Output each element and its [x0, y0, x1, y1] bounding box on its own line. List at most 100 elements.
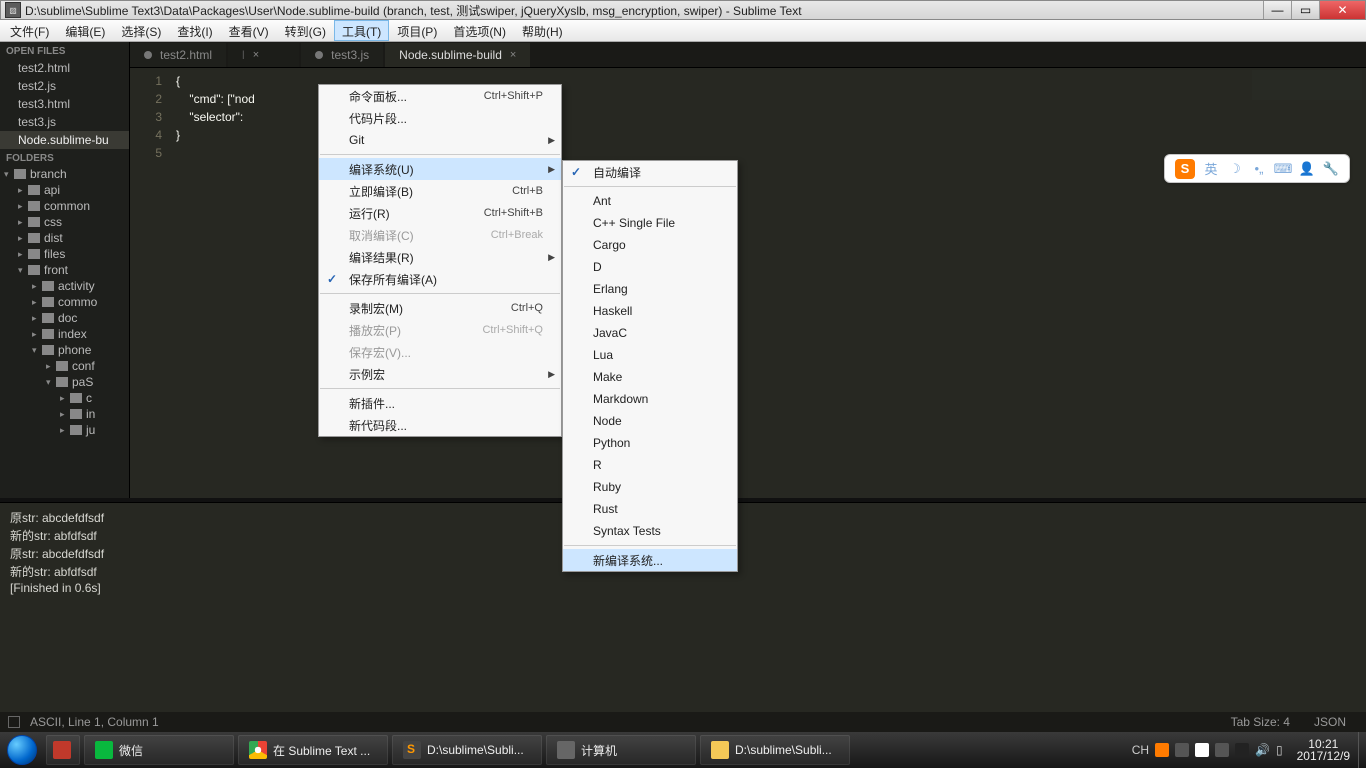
build-system-submenu[interactable]: ✓自动编译AntC++ Single FileCargoDErlangHaske…: [562, 160, 738, 572]
open-file-item[interactable]: test2.js: [0, 77, 129, 95]
menu-item[interactable]: 新编译系统...: [563, 549, 737, 571]
folder-item[interactable]: ▸css: [0, 214, 129, 230]
folder-item[interactable]: ▾phone: [0, 342, 129, 358]
menu-item[interactable]: R: [563, 454, 737, 476]
moon-icon[interactable]: ☽: [1227, 161, 1243, 177]
tray-sogou-icon[interactable]: [1155, 743, 1169, 757]
status-icon[interactable]: [8, 716, 20, 728]
menu-item[interactable]: ✓保存所有编译(A): [319, 268, 561, 290]
folder-item[interactable]: ▸conf: [0, 358, 129, 374]
menu-item[interactable]: JavaC: [563, 322, 737, 344]
minimap[interactable]: [1252, 70, 1362, 100]
menu-item[interactable]: 编译系统(U)▶: [319, 158, 561, 180]
taskbar-item[interactable]: D:\sublime\Subli...: [392, 735, 542, 765]
menu-item[interactable]: 新插件...: [319, 392, 561, 414]
menu-item[interactable]: 新代码段...: [319, 414, 561, 436]
keyboard-icon[interactable]: ⌨: [1275, 161, 1291, 177]
tray-icon[interactable]: [1175, 743, 1189, 757]
menu-item[interactable]: 运行(R)Ctrl+Shift+B: [319, 202, 561, 224]
editor-tab[interactable]: Node.sublime-build×: [385, 43, 530, 67]
open-file-item[interactable]: test3.html: [0, 95, 129, 113]
folder-item[interactable]: ▾front: [0, 262, 129, 278]
menu-查找[interactable]: 查找(I): [169, 20, 220, 41]
menu-item[interactable]: Rust: [563, 498, 737, 520]
editor-tab[interactable]: l×: [228, 43, 299, 67]
volume-icon[interactable]: 🔊: [1255, 743, 1270, 757]
menu-item[interactable]: Node: [563, 410, 737, 432]
menu-item[interactable]: 代码片段...: [319, 107, 561, 129]
menu-item[interactable]: 录制宏(M)Ctrl+Q: [319, 297, 561, 319]
menu-item[interactable]: 立即编译(B)Ctrl+B: [319, 180, 561, 202]
folder-item[interactable]: ▸c: [0, 390, 129, 406]
code-area[interactable]: { "cmd": ["nod "selector":}: [172, 68, 255, 498]
ime-toolbar[interactable]: S 英 ☽ •„ ⌨ 👤 🔧: [1164, 154, 1350, 183]
tray-icon[interactable]: [1215, 743, 1229, 757]
network-icon[interactable]: ▯: [1276, 743, 1283, 757]
menu-项目[interactable]: 项目(P): [389, 20, 445, 41]
menu-item[interactable]: Lua: [563, 344, 737, 366]
menu-item[interactable]: Python: [563, 432, 737, 454]
editor-tab[interactable]: test2.html: [130, 43, 226, 67]
ime-lang-button[interactable]: 英: [1203, 161, 1219, 177]
wrench-icon[interactable]: 🔧: [1323, 161, 1339, 177]
pinned-app[interactable]: [46, 735, 80, 765]
user-icon[interactable]: 👤: [1299, 161, 1315, 177]
window-minimize-button[interactable]: —: [1263, 1, 1291, 19]
menu-item[interactable]: Make: [563, 366, 737, 388]
code-editor[interactable]: 12345 { "cmd": ["nod "selector":}: [130, 68, 1366, 498]
open-file-item[interactable]: test2.html: [0, 59, 129, 77]
tools-menu-dropdown[interactable]: 命令面板...Ctrl+Shift+P代码片段...Git▶ 编译系统(U)▶立即…: [318, 84, 562, 437]
menu-item[interactable]: Markdown: [563, 388, 737, 410]
taskbar-clock[interactable]: 10:21 2017/12/9: [1289, 738, 1358, 762]
folder-item[interactable]: ▸api: [0, 182, 129, 198]
menu-item[interactable]: 示例宏▶: [319, 363, 561, 385]
close-icon[interactable]: ×: [510, 49, 516, 61]
menu-item[interactable]: Erlang: [563, 278, 737, 300]
folder-item[interactable]: ▸files: [0, 246, 129, 262]
menu-item[interactable]: Git▶: [319, 129, 561, 151]
menu-item[interactable]: 命令面板...Ctrl+Shift+P: [319, 85, 561, 107]
folder-item[interactable]: ▾paS: [0, 374, 129, 390]
taskbar-item[interactable]: 在 Sublime Text ...: [238, 735, 388, 765]
system-tray[interactable]: CH 🔊 ▯: [1126, 743, 1289, 757]
menu-item[interactable]: D: [563, 256, 737, 278]
dots-icon[interactable]: •„: [1251, 161, 1267, 177]
menu-转到[interactable]: 转到(G): [277, 20, 334, 41]
menu-工具[interactable]: 工具(T): [334, 20, 389, 41]
folder-item[interactable]: ▾branch: [0, 166, 129, 182]
tray-flag-icon[interactable]: [1195, 743, 1209, 757]
folder-item[interactable]: ▸dist: [0, 230, 129, 246]
menu-item[interactable]: 编译结果(R)▶: [319, 246, 561, 268]
open-file-item[interactable]: test3.js: [0, 113, 129, 131]
folder-item[interactable]: ▸common: [0, 198, 129, 214]
window-maximize-button[interactable]: ▭: [1291, 1, 1319, 19]
menu-item[interactable]: ✓自动编译: [563, 161, 737, 183]
menu-文件[interactable]: 文件(F): [2, 20, 57, 41]
taskbar-item[interactable]: 计算机: [546, 735, 696, 765]
sogou-icon[interactable]: S: [1175, 159, 1195, 179]
status-syntax[interactable]: JSON: [1302, 715, 1358, 729]
status-tabsize[interactable]: Tab Size: 4: [1219, 715, 1302, 729]
menu-item[interactable]: C++ Single File: [563, 212, 737, 234]
taskbar-item[interactable]: 微信: [84, 735, 234, 765]
menu-item[interactable]: Haskell: [563, 300, 737, 322]
menu-编辑[interactable]: 编辑(E): [57, 20, 113, 41]
menu-选择[interactable]: 选择(S): [113, 20, 169, 41]
taskbar-item[interactable]: D:\sublime\Subli...: [700, 735, 850, 765]
folder-item[interactable]: ▸activity: [0, 278, 129, 294]
menu-帮助[interactable]: 帮助(H): [514, 20, 571, 41]
close-icon[interactable]: ×: [253, 49, 259, 61]
editor-tab[interactable]: test3.js: [301, 43, 383, 67]
folder-item[interactable]: ▸in: [0, 406, 129, 422]
folder-item[interactable]: ▸commo: [0, 294, 129, 310]
folder-item[interactable]: ▸ju: [0, 422, 129, 438]
menu-首选项[interactable]: 首选项(N): [445, 20, 514, 41]
start-button[interactable]: [0, 732, 44, 768]
menu-item[interactable]: Ant: [563, 190, 737, 212]
show-desktop-button[interactable]: [1358, 732, 1366, 768]
menu-item[interactable]: Ruby: [563, 476, 737, 498]
folder-item[interactable]: ▸doc: [0, 310, 129, 326]
open-file-item[interactable]: Node.sublime-bu: [0, 131, 129, 149]
tray-qq-icon[interactable]: [1235, 743, 1249, 757]
tray-lang[interactable]: CH: [1132, 743, 1149, 757]
